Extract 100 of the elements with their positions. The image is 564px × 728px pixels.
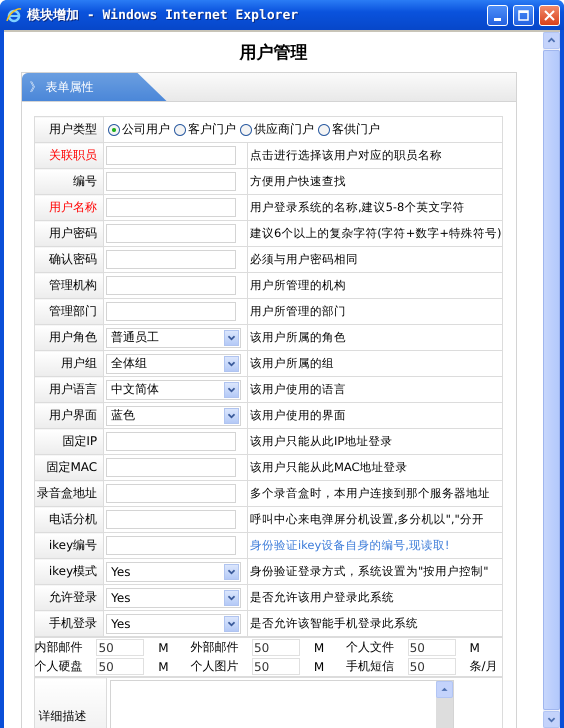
close-icon [544,10,555,20]
scroll-up-icon [543,32,560,49]
field-label: 用户角色 [34,324,104,350]
hint-text: 该用户只能从此IP地址登录 [247,428,502,454]
quota-unit: M [158,657,190,676]
scrollbar-thumb[interactable] [543,50,560,710]
quota-input[interactable]: 50 [96,639,144,656]
maximize-icon [518,10,529,20]
hint-text: 用户登录系统的名称,建议5-8个英文字符 [247,194,502,220]
window-title: 模块增加 - Windows Internet Explorer [27,7,300,24]
input-field[interactable] [106,458,236,477]
close-button[interactable] [539,4,560,26]
hint-text: 该用户所属的组 [247,350,502,376]
quota-unit: M [158,638,190,657]
radio-option[interactable]: 供应商门户 [240,121,314,138]
field-label: 固定IP [34,428,104,454]
quota-input[interactable]: 50 [252,639,300,656]
field-label: 用户组 [34,350,104,376]
quota-unit: M [470,638,502,657]
quota-label: 个人文件 [346,638,408,657]
field-label: 关联职员 [34,142,104,168]
dropdown[interactable]: 中文简体 [106,380,242,400]
hint-text: 该用户使用的界面 [247,402,502,428]
field-label: 录音盒地址 [34,480,104,506]
hint-text: 必须与用户密码相同 [247,246,502,272]
quota-input[interactable]: 50 [408,658,456,675]
dropdown[interactable]: Yes [106,588,242,608]
dropdown[interactable]: 普通员工 [106,328,242,348]
input-field[interactable] [106,276,236,295]
field-label: 允许登录 [34,584,104,610]
dropdown[interactable]: 蓝色 [106,406,242,426]
quota-label: 内部邮件 [34,638,96,657]
input-field[interactable] [106,224,236,243]
hint-text: 是否允许该智能手机登录此系统 [247,610,502,636]
field-label: 管理机构 [34,272,104,298]
input-field[interactable] [106,302,236,321]
radio-option[interactable]: 公司用户 [108,121,170,138]
caret-icon [224,564,240,580]
caret-icon [224,382,240,398]
field-label: 用户类型 [34,116,104,142]
field-label: ikey编号 [34,532,104,558]
hint-text: 点击进行选择该用户对应的职员名称 [247,142,502,168]
field-label: 编号 [34,168,104,194]
description-textarea[interactable] [110,680,454,728]
dropdown[interactable]: Yes [106,562,242,582]
hint-text: 方便用户快速查找 [247,168,502,194]
minimize-icon [494,18,501,20]
hint-text: 该用户只能从此MAC地址登录 [247,454,502,480]
caret-icon [224,590,240,606]
quota-input[interactable]: 50 [252,658,300,675]
quota-input[interactable]: 50 [408,639,456,656]
dropdown[interactable]: 全体组 [106,354,242,374]
field-label: 手机登录 [34,610,104,636]
quota-unit: M [314,657,346,676]
input-field[interactable] [106,146,236,165]
quota-input[interactable]: 50 [96,658,144,675]
field-label: 管理部门 [34,298,104,324]
quota-unit: M [314,638,346,657]
quota-label: 手机短信 [346,657,408,676]
hint-text: 是否允许该用户登录此系统 [247,584,502,610]
hint-text: 该用户所属的角色 [247,324,502,350]
caret-icon [224,330,240,346]
quota-label: 外部邮件 [190,638,252,657]
scroll-down-icon [543,711,560,728]
browser-logo-icon [6,7,22,23]
hint-text: 用户所管理的部门 [247,298,502,324]
input-field[interactable] [106,536,236,555]
radio-option[interactable]: 客户门户 [174,121,236,138]
minimize-button[interactable] [487,4,508,26]
field-label: 用户密码 [34,220,104,246]
caret-icon [224,356,240,372]
input-field[interactable] [106,172,236,191]
radio-option[interactable]: 客供门户 [318,121,380,138]
field-label: 详细描述 [34,678,106,728]
dropdown[interactable]: Yes [106,614,242,634]
field-label: 用户名称 [34,194,104,220]
input-field[interactable] [106,510,236,529]
field-label: 确认密码 [34,246,104,272]
hint-text: 该用户使用的语言 [247,376,502,402]
quota-label: 个人硬盘 [34,657,96,676]
field-label: 固定MAC [34,454,104,480]
field-label: 用户界面 [34,402,104,428]
hint-text: 呼叫中心来电弹屏分机设置,多分机以","分开 [247,506,502,532]
hint-text: 身份验证登录方式，系统设置为"按用户控制" [247,558,502,584]
input-field[interactable] [106,198,236,217]
hint-link[interactable]: 身份验证ikey设备自身的编号,现读取! [247,532,502,558]
input-field[interactable] [106,250,236,269]
caret-icon [224,616,240,632]
hint-text: 用户所管理的机构 [247,272,502,298]
page-title: 用户管理 [240,42,308,64]
scroll-up-icon [436,681,452,698]
field-label: 用户语言 [34,376,104,402]
input-field[interactable] [106,484,236,503]
input-field[interactable] [106,432,236,451]
field-label: ikey模式 [34,558,104,584]
caret-icon [224,408,240,424]
hint-text: 多个录音盒时，本用户连接到那个服务器地址 [247,480,502,506]
maximize-button[interactable] [513,4,534,26]
quota-unit: 条/月 [470,657,502,676]
quota-label: 个人图片 [190,657,252,676]
